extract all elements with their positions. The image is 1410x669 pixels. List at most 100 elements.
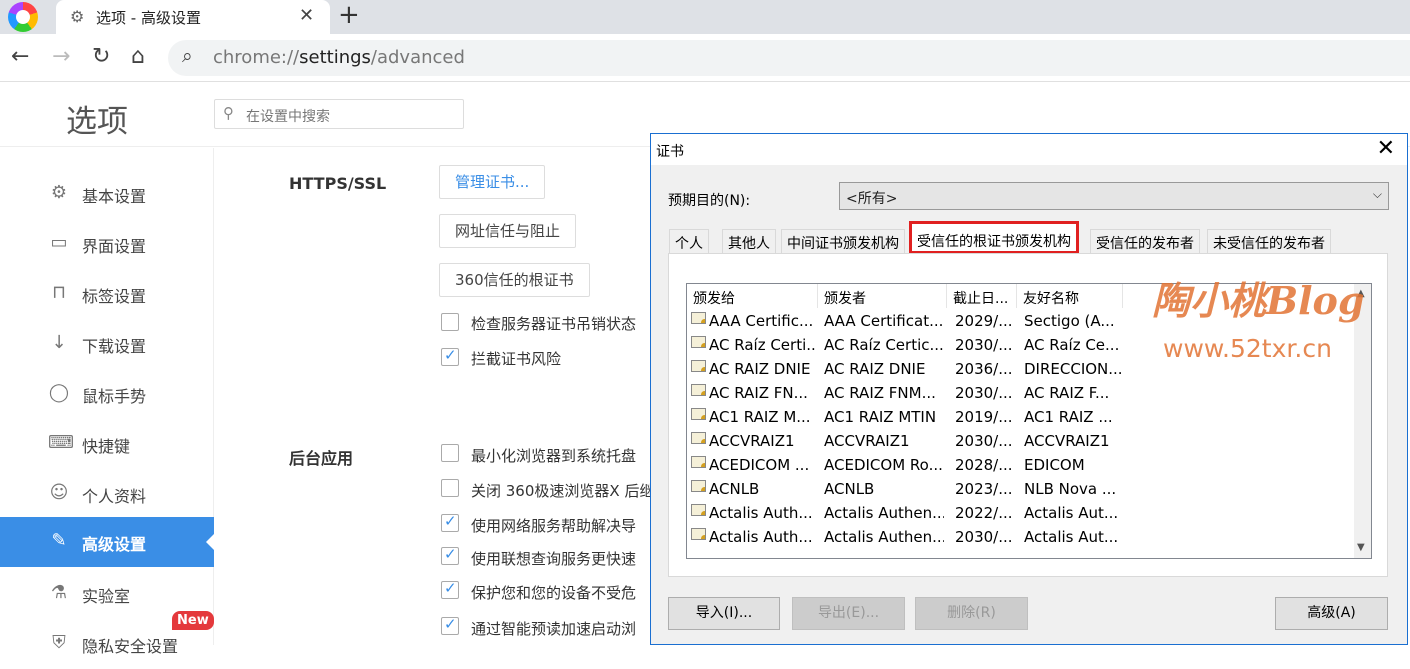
table-cell: EDICOM [1024, 456, 1085, 474]
tab-intermediate-ca[interactable]: 中间证书颁发机构 [781, 229, 905, 254]
background-heading: 后台应用 [289, 449, 354, 468]
browser-tab[interactable]: ⚙ 选项 - 高级设置 ✕ [56, 0, 330, 34]
tab-untrusted-publishers[interactable]: 未受信任的发布者 [1207, 229, 1331, 254]
browser-logo-icon [8, 2, 38, 32]
https-heading: HTTPS/SSL [289, 174, 387, 193]
forward-icon[interactable]: → [52, 44, 70, 69]
chevron-down-icon: ⌵ [1372, 187, 1382, 201]
table-row[interactable]: ACCVRAIZ1 ACCVRAIZ1 2030/... ACCVRAIZ1 [687, 430, 1351, 454]
sidebar-item-mouse[interactable]: ◯ 鼠标手势 [0, 369, 214, 419]
table-cell: AC Raíz Ce... [1024, 336, 1120, 354]
sidebar-item-tabs[interactable]: ⊓ 标签设置 [0, 269, 214, 319]
table-cell: 2022/... [955, 504, 1013, 522]
export-button[interactable]: 导出(E)... [792, 597, 905, 630]
gear-icon: ⚙ [70, 7, 85, 26]
sidebar-item-label: 快捷键 [82, 437, 131, 456]
sidebar-item-profile[interactable]: ☺ 个人资料 [0, 469, 214, 519]
purpose-select[interactable]: <所有> ⌵ [839, 182, 1389, 210]
tab-trusted-publishers[interactable]: 受信任的发布者 [1090, 229, 1200, 254]
table-cell: ACCVRAIZ1 [1024, 432, 1110, 450]
table-cell: Actalis Authen... [824, 504, 944, 522]
new-badge: New [172, 611, 214, 630]
download-icon: ↓ [51, 332, 67, 353]
table-cell: AC1 RAIZ MTIN [824, 408, 937, 426]
block-risk-checkbox[interactable] [441, 346, 459, 366]
table-row[interactable]: ACEDICOM ... ACEDICOM Ro... 2028/... EDICOM [687, 454, 1351, 478]
table-cell: Actalis Auth... [709, 504, 813, 522]
table-cell: 2028/... [955, 456, 1013, 474]
table-cell: AAA Certificat... [824, 312, 944, 330]
network-service-checkbox[interactable] [441, 512, 459, 532]
page-title: 选项 [66, 104, 128, 140]
sidebar-item-shortcuts[interactable]: ⌨ 快捷键 [0, 419, 214, 469]
keep-running-checkbox[interactable] [441, 479, 459, 497]
column-header-issued-to[interactable]: 颁发给 [687, 284, 818, 308]
delete-button[interactable]: 删除(R) [915, 597, 1028, 630]
table-cell: 2030/... [955, 384, 1013, 402]
tab-trusted-root-ca[interactable]: 受信任的根证书颁发机构 [909, 221, 1079, 254]
table-cell: NLB Nova ... [1024, 480, 1117, 498]
address-bar[interactable]: ⌕ chrome://settings/advanced [168, 40, 1410, 76]
table-cell: 2019/... [955, 408, 1013, 426]
keyboard-icon: ⌨ [48, 432, 74, 453]
gear-icon: ⚙ [50, 182, 68, 203]
minimize-tray-label: 最小化浏览器到系统托盘 [471, 447, 637, 465]
minimize-tray-checkbox[interactable] [441, 444, 459, 462]
wrench-icon: ✎ [51, 530, 67, 551]
root-certs-button[interactable]: 360信任的根证书 [439, 263, 590, 297]
sidebar-item-download[interactable]: ↓ 下载设置 [0, 319, 214, 369]
search-icon: ⚲ [223, 104, 234, 122]
check-revocation-checkbox[interactable] [441, 313, 459, 331]
certificate-icon [691, 528, 706, 540]
table-row[interactable]: AC1 RAIZ M... AC1 RAIZ MTIN 2019/... AC1 RA… [687, 406, 1351, 430]
sidebar-item-advanced[interactable]: ✎ 高级设置 [0, 517, 214, 567]
tab-others[interactable]: 其他人 [722, 229, 776, 254]
close-icon[interactable]: ✕ [299, 5, 314, 26]
dialog-titlebar[interactable]: 证书 ✕ [651, 134, 1407, 165]
tab-personal[interactable]: 个人 [669, 229, 709, 254]
reload-icon[interactable]: ↻ [92, 44, 110, 69]
block-risk-label: 拦截证书风险 [471, 350, 562, 368]
sidebar-item-label: 实验室 [82, 587, 131, 606]
site-trust-button[interactable]: 网址信任与阻止 [439, 214, 577, 248]
table-cell: AC1 RAIZ M... [709, 408, 811, 426]
search-input[interactable]: ⚲ 在设置中搜索 [214, 99, 464, 129]
manage-certs-button[interactable]: 管理证书... [439, 165, 546, 199]
certificate-icon [691, 480, 706, 492]
import-button[interactable]: 导入(I)... [668, 597, 780, 630]
table-cell: ACEDICOM Ro... [824, 456, 943, 474]
sidebar-item-label: 下载设置 [82, 337, 147, 356]
suggest-service-checkbox[interactable] [441, 545, 459, 565]
sidebar-item-basic[interactable]: ⚙ 基本设置 [0, 169, 214, 219]
table-row[interactable]: Actalis Auth... Actalis Authen... 2030/...… [687, 526, 1351, 550]
close-icon[interactable]: ✕ [1377, 136, 1395, 161]
shield-icon: ⛨ [52, 632, 66, 653]
column-header-friendly-name[interactable]: 友好名称 [1017, 284, 1123, 308]
certificate-icon [691, 408, 706, 420]
table-row[interactable]: Actalis Auth... Actalis Authen... 2022/...… [687, 502, 1351, 526]
table-row[interactable]: ACNLB ACNLB 2023/... NLB Nova ... [687, 478, 1351, 502]
column-header-expiry[interactable]: 截止日... [947, 284, 1017, 308]
vertical-scrollbar[interactable]: ▲ ▼ [1354, 284, 1371, 558]
back-icon[interactable]: ← [11, 44, 29, 69]
network-service-label: 使用网络服务帮助解决导 [471, 517, 637, 535]
certificate-icon [691, 384, 706, 396]
home-icon[interactable]: ⌂ [131, 44, 145, 69]
table-cell: AC RAIZ F... [1024, 384, 1110, 402]
certificate-icon [691, 504, 706, 516]
table-cell: AC RAIZ FN... [709, 384, 808, 402]
sidebar-item-interface[interactable]: ▭ 界面设置 [0, 219, 214, 269]
check-revocation-label: 检查服务器证书吊销状态 [471, 315, 637, 333]
protect-device-checkbox[interactable] [441, 579, 459, 599]
table-cell: ACCVRAIZ1 [709, 432, 795, 450]
scroll-down-icon[interactable]: ▼ [1357, 542, 1365, 553]
url-text: chrome://settings/advanced [213, 47, 465, 68]
preload-checkbox[interactable] [441, 615, 459, 635]
window-icon: ▭ [50, 232, 68, 253]
sidebar-item-label: 个人资料 [82, 487, 147, 506]
column-header-issued-by[interactable]: 颁发者 [818, 284, 947, 308]
new-tab-button[interactable]: + [338, 0, 360, 30]
table-cell: AAA Certific... [709, 312, 814, 330]
table-row[interactable]: AC RAIZ FN... AC RAIZ FNM... 2030/... AC RA… [687, 382, 1351, 406]
advanced-button[interactable]: 高级(A) [1275, 597, 1388, 630]
